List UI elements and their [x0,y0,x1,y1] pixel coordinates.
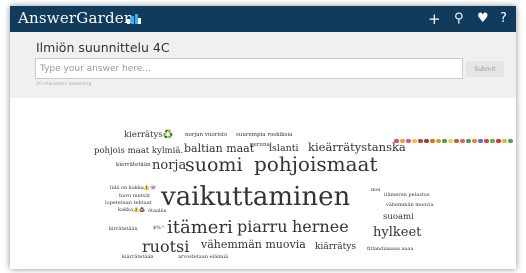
cloud-word[interactable]: kirrätetään [109,227,138,232]
cloud-word[interactable]: norjan vuoristo [185,132,227,139]
cloud-word[interactable]: hernee [292,219,349,235]
cloud-word[interactable]: vaikuttaminen [161,184,350,210]
cloud-word[interactable]: arvostetaan eläimiä [178,255,228,260]
cloud-word[interactable]: lidä on kakka⚠️👾 [110,186,156,191]
answer-input[interactable] [35,58,463,79]
cloud-word[interactable]: kierrätetään [116,162,151,169]
cloud-word[interactable]: itämeren pelastus [384,193,430,198]
submit-button[interactable]: Submit [466,61,504,77]
cloud-word[interactable]: kakka⚠️💩 [118,208,146,213]
cloud-word[interactable]: itämeri [167,219,233,237]
cloud-word[interactable]: suurempia roskiksia [236,132,292,139]
word-cloud: kierrätys♻️ norjan vuoristo suurempia ro… [10,98,516,269]
top-navbar: AnswerGarden + ⚲ ♥ ? [10,6,516,32]
characters-remaining: 20 characters remaining [36,82,92,87]
cloud-word[interactable]: kierrätys♻️ [124,131,173,140]
cloud-word[interactable]: vähemmän muovia [386,203,434,208]
cloud-word[interactable]: piarru [237,219,288,235]
cloud-word[interactable]: vähemmän muovia [201,239,306,250]
question-icon[interactable]: ? [500,10,507,28]
cloud-word[interactable]: $%^ [153,226,165,231]
plus-icon[interactable]: + [428,10,441,28]
cloud-word[interactable]: baltian maat [184,143,254,154]
cloud-word[interactable]: havu metsät [119,194,150,199]
emoji-string [394,128,514,147]
app-window: AnswerGarden + ⚲ ♥ ? Ilmiön suunnittelu … [10,6,516,269]
question-title: Ilmiön suunnittelu 4C [36,40,170,55]
brand-title[interactable]: AnswerGarden [18,9,134,27]
cloud-word[interactable]: ruotsi [142,239,189,255]
cloud-word[interactable]: pohjoismaat [254,154,377,174]
cloud-word[interactable]: norja [152,159,186,172]
cloud-word[interactable]: kiärrätys [315,243,356,252]
answergarden-logo-icon [127,14,141,24]
cloud-word[interactable]: lopetetaan tehtaat [105,201,152,206]
cloud-word[interactable]: hylkeet [373,226,421,239]
cloud-word[interactable]: moi [371,188,380,193]
cloud-word[interactable]: fitlandiaaaaa aaaa [367,247,413,252]
search-icon[interactable]: ⚲ [454,10,464,28]
heart-icon[interactable]: ♥ [477,10,489,28]
cloud-word[interactable]: suomi [185,156,243,175]
cloud-word[interactable]: pohjois maat kylmiä. [94,147,183,156]
cloud-word[interactable]: kiärrätetään [122,255,154,260]
cloud-word[interactable]: suoami [383,213,414,222]
